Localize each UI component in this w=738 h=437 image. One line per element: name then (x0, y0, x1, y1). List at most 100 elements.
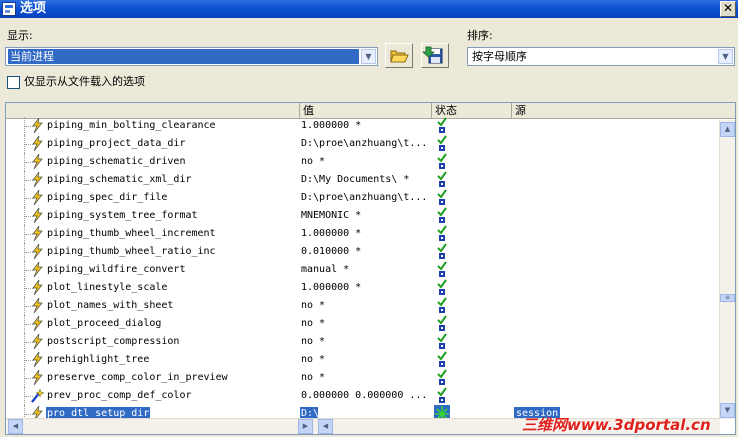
scroll-right-icon[interactable]: ▶ (298, 419, 313, 434)
option-name: postscript_compression (47, 336, 180, 347)
option-name: piping_thumb_wheel_increment (47, 228, 216, 239)
checkmark-status-icon (434, 369, 450, 387)
display-label: 显示: (7, 29, 33, 42)
table-row[interactable]: plot_names_with_sheet no * (6, 297, 720, 315)
option-name: piping_project_data_dir (47, 138, 186, 149)
option-name: plot_linestyle_scale (47, 282, 168, 293)
sort-label: 排序: (467, 29, 493, 42)
option-name: piping_min_bolting_clearance (47, 120, 216, 131)
option-name: piping_system_tree_format (47, 210, 198, 221)
option-value: manual * (301, 264, 350, 275)
save-icon (421, 46, 443, 64)
option-name: preserve_comp_color_in_preview (47, 372, 228, 383)
table-row[interactable]: postscript_compression no * (6, 333, 720, 351)
option-name: piping_thumb_wheel_ratio_inc (47, 246, 216, 257)
table-row[interactable]: plot_linestyle_scale 1.000000 * (6, 279, 720, 297)
lightning-icon (30, 153, 44, 170)
only-loaded-checkbox[interactable] (7, 76, 20, 89)
lightning-icon (30, 297, 44, 314)
table-row[interactable]: piping_wildfire_convert manual * (6, 261, 720, 279)
table-row[interactable]: piping_schematic_driven no * (6, 153, 720, 171)
checkmark-status-icon (434, 279, 450, 297)
chevron-down-icon[interactable]: ▼ (361, 49, 376, 64)
lightning-icon (30, 333, 44, 350)
vertical-scrollbar[interactable]: ▲ ≡ ▼ (719, 120, 735, 419)
scroll-up-icon[interactable]: ▲ (720, 122, 735, 137)
option-value: D:\My Documents\ * (301, 174, 410, 185)
watermark: 三维网www.3dportal.cn (522, 416, 711, 434)
close-button[interactable]: ✕ (720, 1, 736, 17)
scroll-left-icon[interactable]: ◀ (318, 419, 333, 434)
checkmark-status-icon (434, 315, 450, 333)
lightning-icon (30, 189, 44, 206)
checkmark-status-icon (434, 207, 450, 225)
checkmark-status-icon (434, 351, 450, 369)
table-row[interactable]: piping_thumb_wheel_ratio_inc 0.010000 * (6, 243, 720, 261)
options-table: 值 状态 源 piping_min_bolting_clearance 1.000… (5, 102, 736, 435)
checkmark-status-icon (434, 297, 450, 315)
table-row[interactable]: piping_project_data_dir D:\proe\anzhuang\… (6, 135, 720, 153)
scroll-thumb[interactable]: ≡ (720, 294, 735, 302)
checkmark-status-icon (434, 387, 450, 405)
lightning-icon (30, 315, 44, 332)
table-row[interactable]: prev_proc_comp_def_color 0.000000 0.00000… (6, 387, 720, 405)
window-title: 选项 (20, 1, 47, 16)
option-value: no * (301, 300, 326, 311)
lightning-icon (30, 117, 44, 134)
option-value: no * (301, 318, 326, 329)
lightning-icon (30, 261, 44, 278)
checkmark-status-icon (434, 225, 450, 243)
lightning-icon (30, 369, 44, 386)
option-value: 0.000000 0.000000 ... (301, 390, 428, 401)
option-name: prehighlight_tree (47, 354, 150, 365)
lightning-icon (30, 135, 44, 152)
close-icon: ✕ (722, 1, 734, 15)
option-value: 1.000000 * (301, 228, 362, 239)
option-value: no * (301, 336, 326, 347)
table-row[interactable]: piping_thumb_wheel_increment 1.000000 * (6, 225, 720, 243)
option-value: no * (301, 372, 326, 383)
option-value: no * (301, 354, 326, 365)
only-loaded-label: 仅显示从文件载入的选项 (24, 75, 145, 88)
option-name: piping_spec_dir_file (47, 192, 168, 203)
lightning-icon (30, 171, 44, 188)
table-row[interactable]: piping_schematic_xml_dir D:\My Documents\… (6, 171, 720, 189)
sort-select[interactable]: 按字母顺序 ▼ (467, 47, 735, 66)
table-row[interactable]: preserve_comp_color_in_preview no * (6, 369, 720, 387)
open-file-button[interactable] (385, 43, 413, 68)
option-name: plot_proceed_dialog (47, 318, 162, 329)
lightning-icon (30, 351, 44, 368)
checkmark-status-icon (434, 333, 450, 351)
table-row[interactable]: piping_system_tree_format MNEMONIC * (6, 207, 720, 225)
option-name: piping_schematic_driven (47, 156, 186, 167)
wand-icon (30, 388, 45, 403)
scroll-left-icon[interactable]: ◀ (8, 419, 23, 434)
checkmark-status-icon (434, 171, 450, 189)
table-row[interactable]: piping_spec_dir_file D:\proe\anzhuang\t..… (6, 189, 720, 207)
sort-select-value: 按字母顺序 (472, 50, 527, 63)
table-row[interactable]: prehighlight_tree no * (6, 351, 720, 369)
lightning-icon (30, 207, 44, 224)
lightning-icon (30, 243, 44, 260)
checkmark-status-icon (434, 261, 450, 279)
table-row[interactable]: piping_min_bolting_clearance 1.000000 * (6, 117, 720, 135)
option-value: 0.010000 * (301, 246, 362, 257)
lightning-icon (30, 279, 44, 296)
checkmark-status-icon (434, 117, 450, 135)
title-bar: 选项 ✕ (0, 0, 738, 18)
lightning-icon (30, 225, 44, 242)
scroll-down-icon[interactable]: ▼ (720, 403, 735, 418)
display-select[interactable]: 当前进程 ▼ (5, 47, 378, 66)
option-value: D:\proe\anzhuang\t... (301, 192, 428, 203)
save-file-button[interactable] (421, 43, 449, 68)
checkmark-status-icon (434, 135, 450, 153)
option-value: 1.000000 * (301, 282, 362, 293)
display-select-value: 当前进程 (8, 49, 359, 64)
table-row[interactable]: plot_proceed_dialog no * (6, 315, 720, 333)
option-value: MNEMONIC * (301, 210, 362, 221)
option-name: piping_wildfire_convert (47, 264, 186, 275)
app-icon (2, 2, 16, 16)
option-name: prev_proc_comp_def_color (47, 390, 192, 401)
chevron-down-icon[interactable]: ▼ (718, 49, 733, 64)
option-name: plot_names_with_sheet (47, 300, 174, 311)
